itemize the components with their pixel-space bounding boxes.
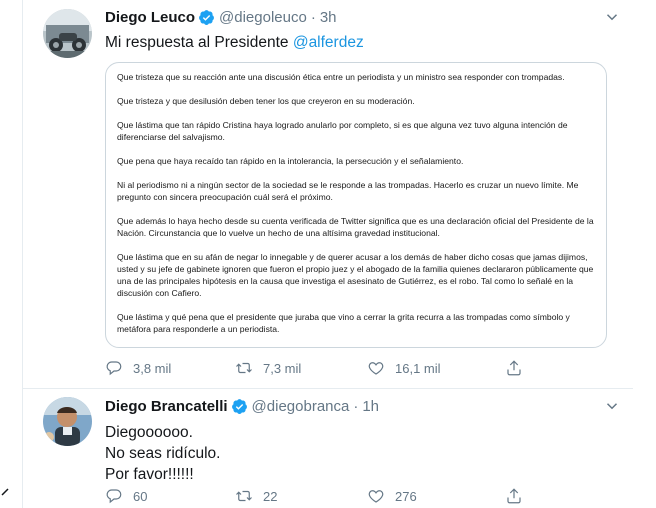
tweet-actions: 3,8 mil 7,3 mil 16,1 mil	[105, 357, 535, 379]
separator: ·	[310, 8, 316, 26]
avatar[interactable]	[43, 9, 92, 58]
handle[interactable]: @diegobranca	[252, 398, 350, 415]
statement-paragraph: Que lástima y qué pena que el presidente…	[117, 312, 570, 334]
tweet-text-prefix: Mi respuesta al Presidente	[105, 34, 293, 51]
tweet[interactable]: Diego Leuco @diegoleuco · 3h Mi respuest…	[23, 0, 633, 389]
retweet-icon	[236, 490, 252, 502]
timestamp[interactable]: 3h	[320, 9, 337, 26]
retweet-button[interactable]: 7,3 mil	[235, 357, 301, 379]
tweet-text-line: Por favor!!!!!!	[105, 466, 194, 483]
tweet-header: Diego Leuco @diegoleuco · 3h	[105, 6, 621, 28]
statement-text: Que tristeza que su reacción ante una di…	[117, 71, 596, 347]
heart-icon	[368, 490, 384, 503]
retweet-button[interactable]: 22	[235, 485, 277, 507]
tweet-header: Diego Brancatelli @diegobranca · 1h	[105, 395, 621, 417]
tweet-text-line: Diegoooooo.	[105, 424, 193, 441]
tweet-actions: 60 22 276	[105, 485, 535, 507]
retweet-icon	[236, 362, 252, 374]
statement-image[interactable]: Que tristeza que su reacción ante una di…	[105, 62, 607, 348]
statement-paragraph: Que tristeza y que desilusión deben tene…	[117, 96, 415, 106]
reply-button[interactable]: 60	[105, 485, 147, 507]
reply-button[interactable]: 3,8 mil	[105, 357, 171, 379]
timestamp[interactable]: 1h	[362, 398, 379, 415]
statement-paragraph: Que además lo haya hecho desde su cuenta…	[117, 216, 594, 238]
display-name[interactable]: Diego Leuco	[105, 9, 195, 26]
tweet-text: Mi respuesta al Presidente @alferdez	[105, 32, 364, 53]
handle[interactable]: @diegoleuco	[219, 9, 307, 26]
chevron-down-icon[interactable]	[603, 397, 621, 415]
verified-badge-icon	[231, 398, 248, 415]
tweet[interactable]: Diego Brancatelli @diegobranca · 1h Dieg…	[23, 389, 633, 508]
reply-count: 60	[133, 488, 148, 504]
avatar[interactable]	[43, 397, 92, 446]
reply-icon	[106, 489, 122, 504]
statement-paragraph: Ni al periodismo ni a ningún sector de l…	[117, 180, 579, 202]
statement-paragraph: Que lástima que en su afán de negar lo i…	[117, 252, 594, 298]
retweet-count: 22	[263, 488, 278, 504]
like-count: 16,1 mil	[395, 360, 441, 376]
reply-count: 3,8 mil	[133, 360, 172, 376]
share-button[interactable]	[505, 357, 523, 379]
statement-paragraph: Que lástima que tan rápido Cristina haya…	[117, 120, 568, 142]
statement-paragraph: Que tristeza que su reacción ante una di…	[117, 72, 565, 82]
timeline: Diego Leuco @diegoleuco · 3h Mi respuest…	[0, 0, 656, 508]
like-count: 276	[395, 488, 417, 504]
verified-badge-icon	[198, 9, 215, 26]
share-button[interactable]	[505, 485, 523, 507]
chevron-down-icon[interactable]	[603, 8, 621, 26]
statement-paragraph: Que pena que haya recaído tan rápido en …	[117, 156, 464, 166]
mention-link[interactable]: @alferdez	[293, 34, 364, 51]
tweet-text: Diegoooooo. No seas ridículo. Por favor!…	[105, 422, 220, 485]
share-icon	[507, 488, 521, 504]
heart-icon	[368, 362, 384, 375]
like-button[interactable]: 16,1 mil	[367, 357, 441, 379]
like-button[interactable]: 276	[367, 485, 417, 507]
tweet-text-line: No seas ridículo.	[105, 445, 221, 462]
share-icon	[507, 360, 521, 376]
reply-icon	[106, 361, 122, 376]
thread-connector-icon	[1, 488, 9, 496]
separator: ·	[353, 397, 359, 415]
retweet-count: 7,3 mil	[263, 360, 302, 376]
display-name[interactable]: Diego Brancatelli	[105, 398, 228, 415]
